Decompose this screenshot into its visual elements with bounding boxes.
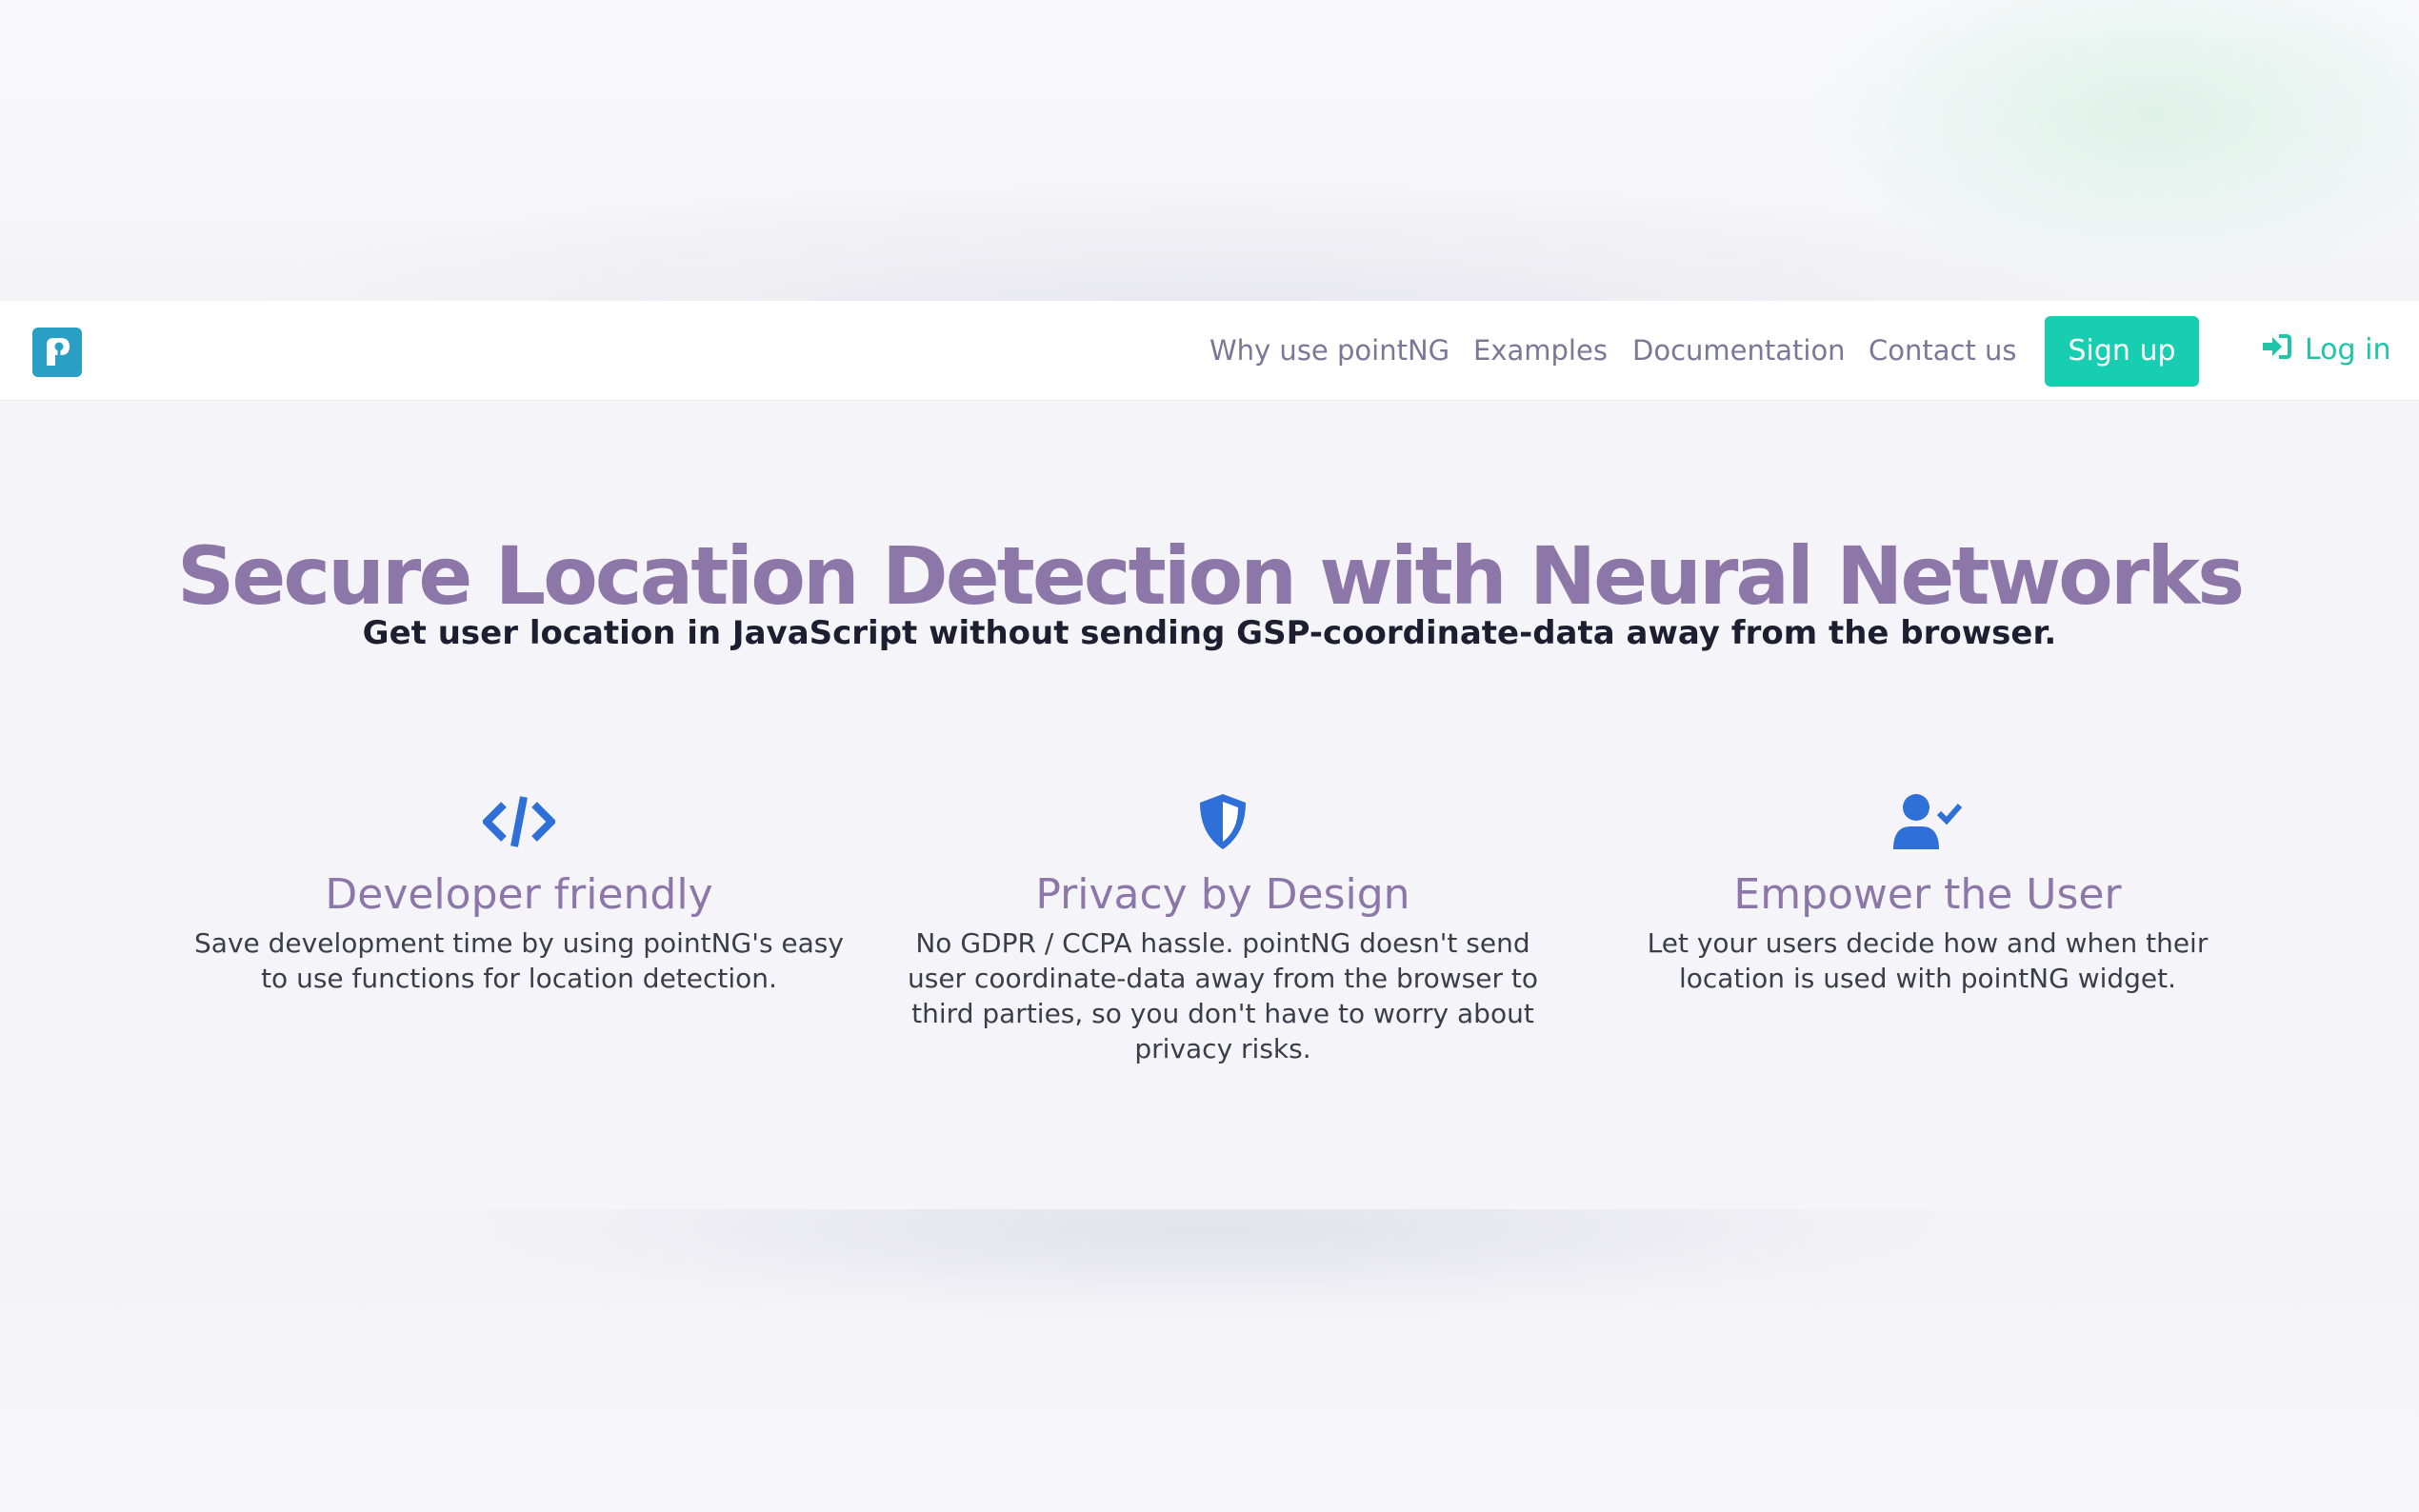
nav-link-examples[interactable]: Examples bbox=[1473, 333, 1608, 368]
feature-title: Empower the User bbox=[1733, 870, 2122, 919]
feature-empower-the-user: Empower the User Let your users decide h… bbox=[1594, 788, 2261, 996]
top-background bbox=[0, 0, 2419, 301]
user-check-icon bbox=[1893, 794, 1963, 849]
feature-privacy-by-design: Privacy by Design No GDPR / CCPA hassle.… bbox=[890, 788, 1556, 1066]
feature-developer-friendly: Developer friendly Save development time… bbox=[186, 788, 852, 996]
nav-link-documentation[interactable]: Documentation bbox=[1632, 333, 1846, 368]
navbar: Why use pointNG Examples Documentation C… bbox=[0, 301, 2419, 401]
code-icon bbox=[483, 796, 555, 847]
feature-text: Save development time by using pointNG's… bbox=[194, 927, 844, 994]
sign-in-icon bbox=[2261, 333, 2291, 368]
nav-link-contact[interactable]: Contact us bbox=[1869, 333, 2017, 368]
hero-subtitle: Get user location in JavaScript without … bbox=[362, 614, 2057, 652]
signup-button[interactable]: Sign up bbox=[2045, 316, 2199, 387]
feature-text: Let your users decide how and when their… bbox=[1647, 927, 2209, 994]
feature-title: Developer friendly bbox=[325, 870, 713, 919]
feature-title: Privacy by Design bbox=[1035, 870, 1410, 919]
feature-text: No GDPR / CCPA hassle. pointNG doesn't s… bbox=[907, 927, 1539, 1064]
bottom-background bbox=[0, 1209, 2419, 1512]
nav-link-why-use[interactable]: Why use pointNG bbox=[1210, 333, 1449, 368]
login-label: Log in bbox=[2305, 333, 2391, 367]
login-button[interactable]: Log in bbox=[2261, 333, 2390, 368]
shield-icon bbox=[1200, 794, 1246, 849]
